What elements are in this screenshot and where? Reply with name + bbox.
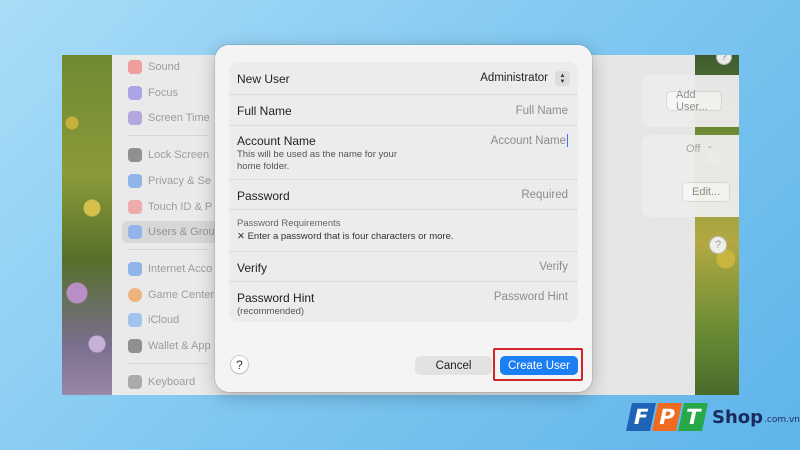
logo-shop-text: Shop	[712, 406, 764, 428]
account-name-row: Account Name This will be used as the na…	[229, 125, 578, 179]
logo-letter-t: T	[678, 403, 708, 431]
new-user-label: New User	[237, 72, 290, 86]
sidebar-item-label: Lock Screen	[148, 149, 210, 161]
new-user-type-row: New User Administrator ▲ ▼	[229, 62, 578, 94]
sidebar-item-focus[interactable]: Focus	[128, 84, 178, 102]
password-row: Password Required	[229, 179, 578, 209]
add-user-button[interactable]: Add User...	[666, 89, 722, 113]
account-name-label: Account Name	[237, 134, 316, 148]
sidebar-item-label: Screen Time	[148, 112, 210, 124]
cloud-icon	[128, 313, 142, 327]
sidebar-item-sound[interactable]: Sound	[128, 58, 180, 76]
at-icon	[128, 262, 142, 276]
password-hint-field[interactable]: Password Hint	[494, 291, 568, 303]
help-button[interactable]: ?	[230, 355, 249, 374]
sidebar-item-label: Wallet & App	[148, 340, 211, 352]
sidebar-item-label: Internet Acco	[148, 263, 213, 275]
user-type-value[interactable]: Administrator	[480, 72, 548, 84]
full-name-label: Full Name	[237, 104, 292, 118]
password-requirements-row: Password Requirements ✕ Enter a password…	[229, 209, 578, 251]
sidebar-item-wallet[interactable]: Wallet & App	[128, 337, 211, 355]
auto-login-select[interactable]: Off ⌃	[686, 143, 713, 155]
sidebar-item-game-center[interactable]: Game Center	[128, 286, 214, 304]
desktop-wallpaper-left	[62, 55, 112, 395]
password-requirements-title: Password Requirements	[237, 218, 341, 229]
fingerprint-icon	[128, 200, 142, 214]
logo-domain-text: .com.vn	[764, 414, 800, 425]
sidebar-divider	[128, 363, 208, 364]
new-user-form: New User Administrator ▲ ▼ Full Name Ful…	[229, 62, 578, 322]
sidebar-item-label: Focus	[148, 87, 178, 99]
sidebar-item-label: Game Center	[148, 289, 215, 301]
lock-icon	[128, 148, 142, 162]
settings-sidebar: Sound Focus Screen Time Lock Screen Priv…	[112, 55, 220, 395]
wallet-icon	[128, 339, 142, 353]
logo-letter-p: P	[652, 403, 682, 431]
users-groups-panel: ? Add User... Off ⌃ Edit... ?	[582, 55, 739, 395]
sidebar-item-label: Privacy & Se	[148, 175, 211, 187]
game-center-icon	[128, 288, 142, 302]
full-name-field[interactable]: Full Name	[516, 105, 568, 117]
sidebar-item-users-groups[interactable]: Users & Grou	[128, 223, 215, 241]
sidebar-item-internet-accounts[interactable]: Internet Acco	[128, 260, 212, 278]
sidebar-divider	[128, 135, 208, 136]
sidebar-item-label: iCloud	[148, 314, 180, 326]
sidebar-item-label: Users & Grou	[148, 226, 215, 238]
verify-label: Verify	[237, 261, 268, 275]
logo-letter-f: F	[626, 403, 656, 431]
sidebar-item-lock-screen[interactable]: Lock Screen	[128, 146, 209, 164]
password-requirement-rule: ✕ Enter a password that is four characte…	[237, 231, 454, 242]
verify-row: Verify Verify	[229, 251, 578, 281]
account-name-hint: This will be used as the name for your h…	[237, 149, 397, 172]
account-name-field[interactable]: Account Name	[491, 135, 566, 147]
sidebar-divider	[128, 249, 208, 250]
chevron-down-icon: ▼	[559, 78, 566, 85]
full-name-row: Full Name Full Name	[229, 94, 578, 125]
new-user-dialog: New User Administrator ▲ ▼ Full Name Ful…	[215, 45, 592, 392]
password-hint-row: Password Hint (recommended) Password Hin…	[229, 281, 578, 322]
sidebar-item-label: Sound	[148, 61, 180, 73]
edit-button[interactable]: Edit...	[682, 182, 731, 202]
users-icon	[128, 225, 142, 239]
cancel-button[interactable]: Cancel	[415, 356, 492, 375]
sidebar-item-icloud[interactable]: iCloud	[128, 311, 179, 329]
auto-login-value: Off	[686, 143, 701, 155]
moon-icon	[128, 86, 142, 100]
sidebar-item-screen-time[interactable]: Screen Time	[128, 109, 210, 127]
create-user-highlight	[493, 348, 583, 381]
help-icon[interactable]: ?	[709, 236, 727, 254]
password-label: Password	[237, 189, 290, 203]
sidebar-item-privacy[interactable]: Privacy & Se	[128, 172, 211, 190]
password-hint-recommended: (recommended)	[237, 306, 305, 317]
sidebar-item-touch-id[interactable]: Touch ID & P	[128, 198, 212, 216]
fpt-shop-logo: F P T Shop .com.vn	[626, 400, 800, 434]
sidebar-item-label: Keyboard	[148, 376, 196, 388]
verify-field[interactable]: Verify	[539, 261, 568, 273]
hourglass-icon	[128, 111, 142, 125]
password-hint-label: Password Hint	[237, 291, 315, 305]
hand-icon	[128, 174, 142, 188]
keyboard-icon	[128, 375, 142, 389]
text-cursor	[566, 134, 568, 147]
sidebar-item-label: Touch ID & P	[148, 201, 213, 213]
chevron-updown-icon: ⌃	[706, 144, 714, 154]
password-field[interactable]: Required	[521, 189, 568, 201]
sound-icon	[128, 60, 142, 74]
sidebar-item-keyboard[interactable]: Keyboard	[128, 373, 195, 391]
user-type-stepper[interactable]: ▲ ▼	[555, 71, 570, 86]
